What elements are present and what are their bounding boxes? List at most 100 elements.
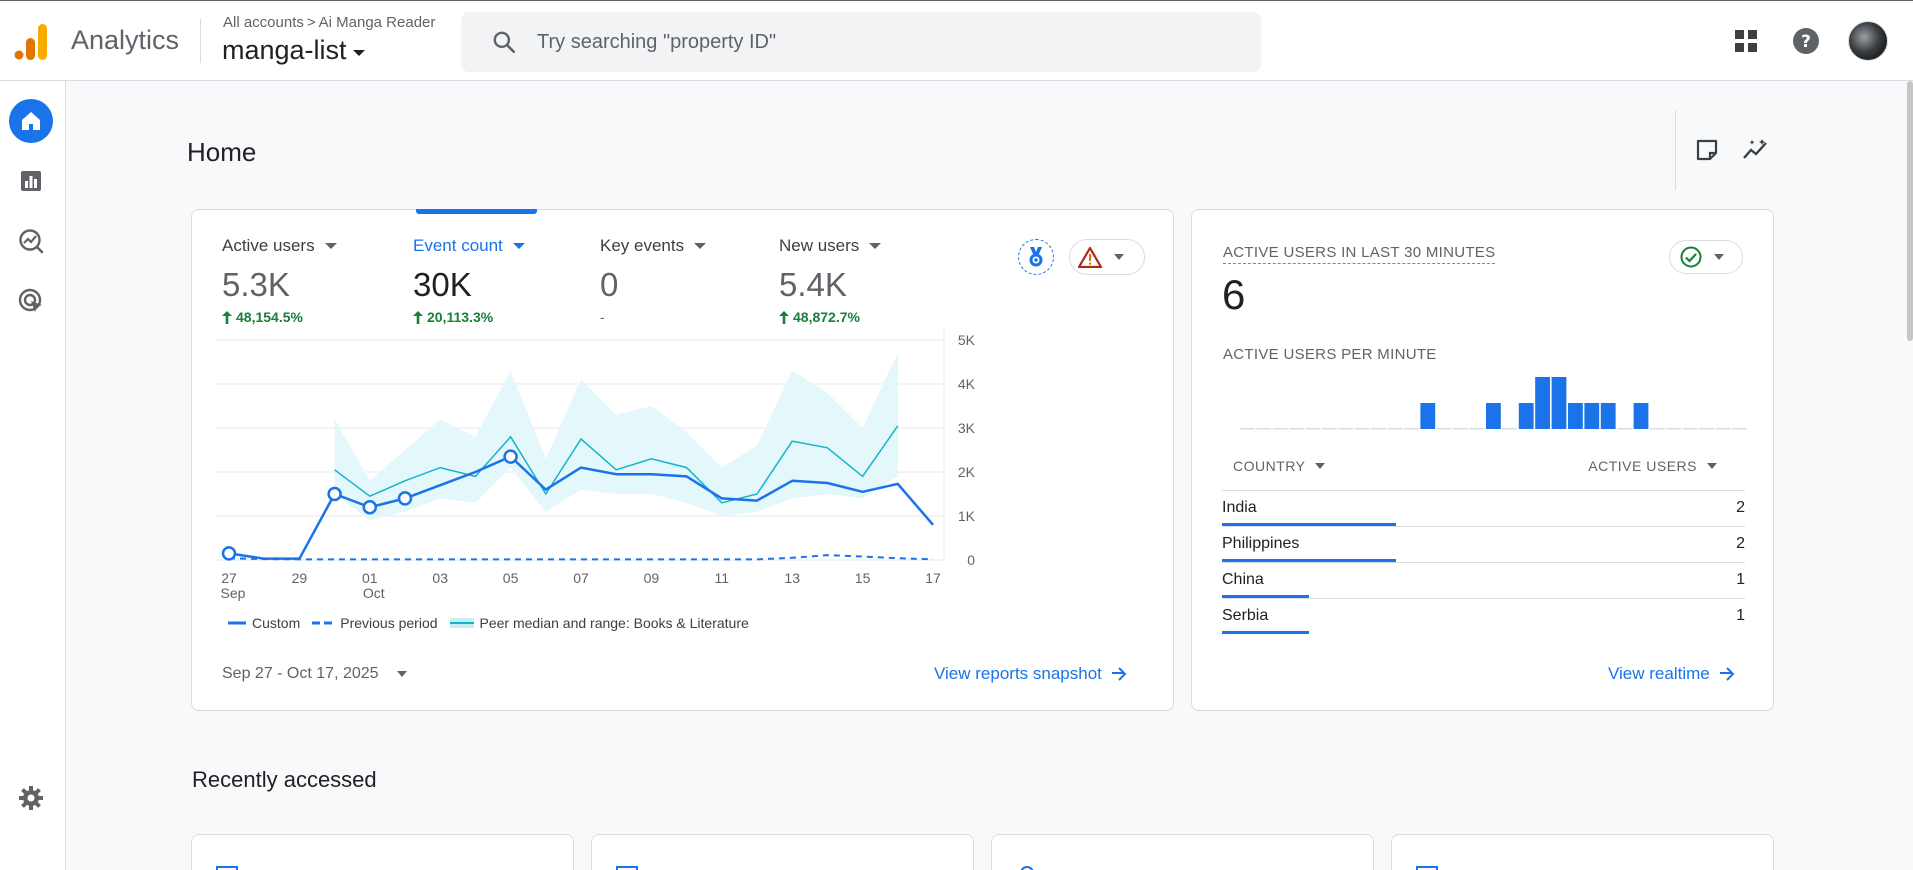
minute-bar	[1682, 428, 1698, 430]
reports-icon	[21, 171, 41, 191]
country-name: India	[1222, 499, 1257, 516]
recent-card[interactable]	[191, 834, 574, 870]
x-tick-label: 13	[784, 570, 800, 586]
y-tick-label: 4K	[958, 376, 976, 392]
country-users: 1	[1736, 607, 1745, 624]
table-row: Serbia 1	[1222, 598, 1745, 634]
minute-bar	[1404, 428, 1419, 430]
minute-bar	[1469, 428, 1485, 430]
overview-card: Active users 5.3K 48,154.5% Event count …	[191, 209, 1174, 711]
country-table: India 2 Philippines 2 China 1 Serbia 1	[1222, 490, 1745, 634]
minute-bar	[1289, 428, 1304, 430]
nav-admin[interactable]	[9, 776, 53, 820]
minute-bar	[1371, 428, 1386, 430]
divider	[200, 19, 201, 63]
data-point-marker	[327, 486, 342, 502]
minute-bar	[1633, 403, 1649, 429]
data-point-marker	[503, 449, 518, 464]
insights-icon[interactable]	[1741, 135, 1771, 165]
column-header-country[interactable]: COUNTRY	[1233, 458, 1326, 474]
search-bar[interactable]	[461, 12, 1261, 72]
apps-grid-icon[interactable]	[1731, 26, 1761, 56]
legend-item-custom: Custom	[228, 615, 300, 631]
report-icon	[216, 866, 238, 870]
arrow-right-icon	[1111, 667, 1127, 681]
page-title: Home	[187, 137, 257, 167]
per-minute-bar-chart	[1240, 377, 1747, 430]
minute-bar	[1518, 403, 1534, 429]
nav-reports[interactable]	[9, 159, 53, 203]
minute-bar	[1732, 428, 1747, 430]
share-bar	[1222, 631, 1309, 634]
page-scrollbar[interactable]	[1907, 81, 1913, 341]
product-name: Analytics	[71, 25, 180, 55]
x-tick-sublabel: Sep	[221, 585, 246, 601]
search-icon	[493, 31, 516, 54]
note-icon[interactable]	[1692, 135, 1722, 165]
y-tick-label: 5K	[958, 332, 976, 348]
minute-bar	[1666, 428, 1682, 430]
previous-period-line	[228, 554, 934, 561]
column-header-active-users[interactable]: ACTIVE USERS	[1588, 458, 1717, 474]
recent-card[interactable]	[1391, 834, 1774, 870]
country-name: China	[1222, 571, 1264, 588]
caret-down-icon	[352, 49, 365, 56]
breadcrumb-root[interactable]: All accounts	[223, 14, 304, 31]
table-row: India 2	[1222, 490, 1745, 526]
nav-home[interactable]	[9, 99, 53, 143]
avatar[interactable]	[1848, 21, 1888, 61]
search-input[interactable]	[537, 30, 1137, 54]
x-tick-label: 11	[715, 570, 730, 586]
divider	[1675, 110, 1676, 190]
gear-icon	[19, 786, 43, 810]
x-tick-label: 29	[292, 570, 308, 586]
x-tick-label: 09	[644, 570, 660, 586]
report-icon	[1416, 866, 1438, 870]
minute-bar	[1486, 403, 1501, 429]
realtime-card: ACTIVE USERS IN LAST 30 MINUTES 6 ACTIVE…	[1191, 209, 1774, 711]
minute-bar	[1617, 428, 1632, 430]
property-selector[interactable]: manga-list	[222, 35, 365, 66]
recent-card[interactable]	[991, 834, 1374, 870]
date-range-label: Sep 27 - Oct 17, 2025	[222, 665, 379, 682]
minute-bar	[1436, 428, 1452, 430]
minute-bar	[1240, 428, 1255, 430]
caret-down-icon	[1707, 463, 1717, 469]
minute-bar	[1322, 428, 1337, 430]
nav-explore[interactable]	[9, 219, 53, 263]
svg-text:?: ?	[1801, 32, 1811, 52]
breadcrumb[interactable]: All accounts > Ai Manga Reader	[223, 14, 435, 31]
x-tick-label: 17	[925, 570, 941, 586]
country-users: 2	[1736, 499, 1745, 516]
minute-bar	[1354, 428, 1370, 430]
peer-range-band	[334, 353, 898, 521]
nav-advertising[interactable]	[9, 279, 53, 323]
x-tick-label: 07	[573, 570, 589, 586]
minute-bar	[1650, 428, 1665, 430]
y-tick-label: 1K	[958, 508, 976, 524]
x-tick-label: 27	[221, 570, 237, 586]
minute-bar	[1699, 428, 1714, 430]
date-range-selector[interactable]: Sep 27 - Oct 17, 2025	[222, 665, 407, 683]
minute-bar	[1387, 428, 1403, 430]
minute-bar	[1305, 428, 1321, 430]
x-tick-label: 01	[362, 570, 378, 586]
breadcrumb-account[interactable]: Ai Manga Reader	[319, 14, 436, 31]
recent-card[interactable]	[591, 834, 974, 870]
analytics-logo[interactable]	[14, 22, 50, 62]
minute-bar	[1338, 428, 1354, 430]
country-name: Serbia	[1222, 607, 1269, 624]
y-tick-label: 0	[967, 552, 975, 568]
home-icon	[22, 112, 40, 130]
recently-accessed-title: Recently accessed	[192, 767, 377, 792]
chart-legend: Custom Previous period Peer median and r…	[228, 615, 761, 631]
y-tick-label: 3K	[958, 420, 976, 436]
legend-item-previous: Previous period	[312, 615, 438, 631]
help-icon[interactable]: ?	[1791, 26, 1821, 56]
view-reports-snapshot-link[interactable]: View reports snapshot	[934, 664, 1128, 684]
x-tick-label: 03	[432, 570, 448, 586]
view-realtime-link[interactable]: View realtime	[1608, 664, 1736, 684]
country-users: 2	[1736, 535, 1745, 552]
x-tick-label: 15	[855, 570, 871, 586]
data-point-marker	[362, 499, 378, 515]
